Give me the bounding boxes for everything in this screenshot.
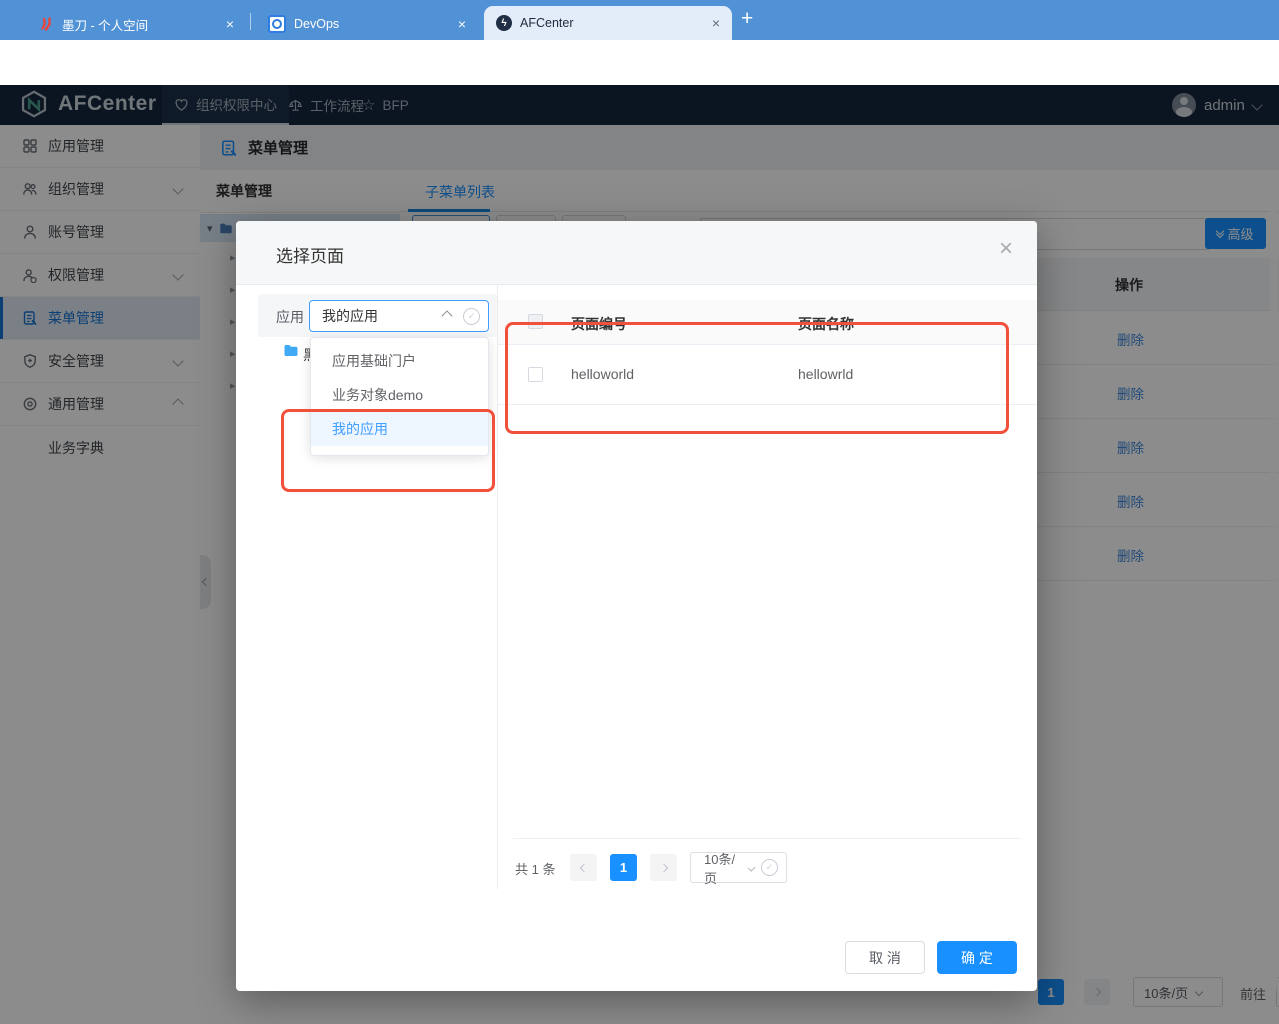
pagination-divider <box>513 838 1021 839</box>
dialog-title: 选择页面 <box>276 242 344 267</box>
per-page-select[interactable]: 10条/页 ✓ <box>690 852 787 883</box>
new-tab-button[interactable]: + <box>741 7 753 31</box>
annotation-rect-dropdown <box>281 409 495 492</box>
browser-tab-devops[interactable]: DevOps × <box>256 8 478 40</box>
dialog-header: 选择页面 × <box>236 221 1037 285</box>
tab-close-icon[interactable]: × <box>226 16 234 32</box>
mockingbot-favicon <box>40 17 54 31</box>
app-select-value: 我的应用 <box>322 306 443 326</box>
browser-toolbar: ← → ↻ 不安全 10.15.15.151:14082/#/menu_auth… <box>0 40 1279 85</box>
dropdown-option[interactable]: 应用基础门户 <box>311 344 488 378</box>
app-label: 应用 <box>276 307 304 327</box>
browser-tab-mockingbot[interactable]: 墨刀 - 个人空间 × <box>28 8 246 40</box>
browser-tab-afcenter[interactable]: ϟ AFCenter × <box>484 6 732 40</box>
prev-page-button[interactable] <box>570 854 597 881</box>
tab-title: AFCenter <box>520 16 698 30</box>
tab-title: DevOps <box>294 17 444 31</box>
dropdown-option[interactable]: 业务对象demo <box>311 378 488 412</box>
cancel-button[interactable]: 取 消 <box>845 941 925 974</box>
tab-separator <box>250 13 251 30</box>
tab-close-icon[interactable]: × <box>712 15 720 31</box>
annotation-rect-table <box>505 322 1009 434</box>
app-select[interactable]: 我的应用 ✓ <box>309 300 489 332</box>
folder-icon <box>283 342 299 358</box>
screen: 墨刀 - 个人空间 × DevOps × ϟ AFCenter × + ← → … <box>0 0 1279 1024</box>
next-page-button[interactable] <box>650 854 677 881</box>
browser-tab-strip: 墨刀 - 个人空间 × DevOps × ϟ AFCenter × + <box>0 0 1279 40</box>
tab-close-icon[interactable]: × <box>458 16 466 32</box>
dialog-pagination: 共 1 条 1 10条/页 ✓ <box>236 851 1037 883</box>
tab-title: 墨刀 - 个人空间 <box>62 15 212 34</box>
clear-select-icon[interactable]: ✓ <box>463 308 480 325</box>
afcenter-favicon: ϟ <box>496 15 512 31</box>
chevron-down-icon <box>747 863 755 871</box>
devops-favicon <box>268 15 286 33</box>
chevron-up-icon <box>441 310 452 321</box>
close-icon[interactable]: × <box>999 237 1013 261</box>
page-number-current[interactable]: 1 <box>610 854 637 881</box>
clear-select-icon: ✓ <box>761 859 778 876</box>
confirm-button[interactable]: 确 定 <box>937 941 1017 974</box>
total-count: 共 1 条 <box>515 859 555 878</box>
per-page-value: 10条/页 <box>704 849 744 887</box>
